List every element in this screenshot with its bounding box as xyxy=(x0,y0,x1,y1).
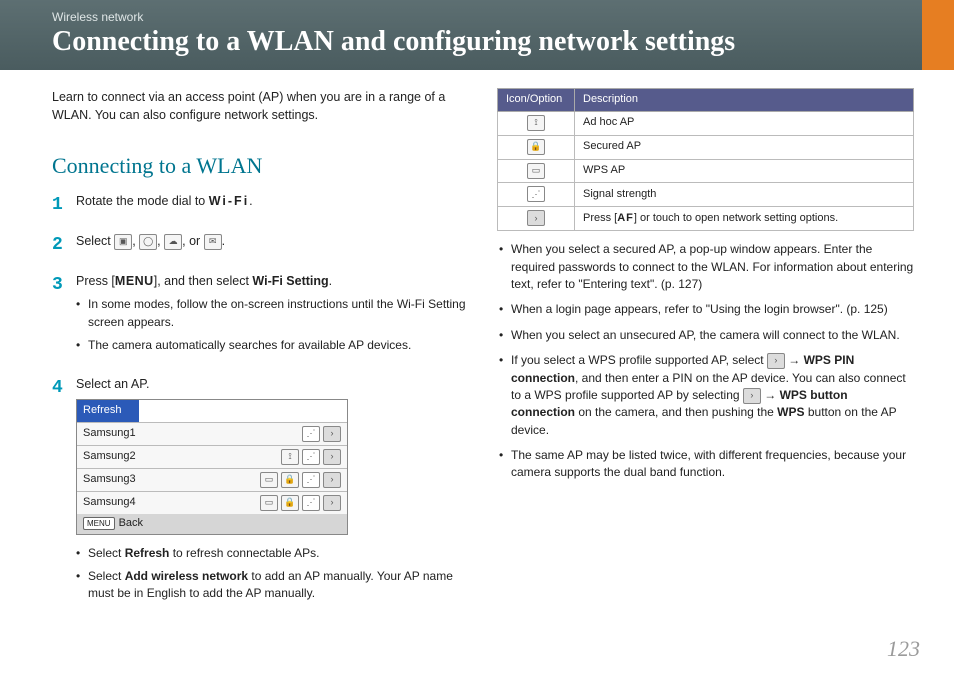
adhoc-icon: ⟟ xyxy=(281,449,299,465)
lock-icon: 🔒 xyxy=(527,139,545,155)
step-number: 4 xyxy=(52,375,66,609)
cell: WPS AP xyxy=(575,159,914,183)
step-3: 3 Press [MENU], and then select Wi-Fi Se… xyxy=(52,272,469,360)
step-text: Select an AP. xyxy=(76,377,149,391)
ap-row: Samsung3 ▭🔒⋰› xyxy=(77,468,347,491)
sub-bullet: Select Add wireless network to add an AP… xyxy=(88,568,469,603)
lock-icon: 🔒 xyxy=(281,472,299,488)
section-heading: Connecting to a WLAN xyxy=(52,150,469,182)
sub-bullet: Select Refresh to refresh connectable AP… xyxy=(88,545,469,562)
wifi-label: Wi-Fi xyxy=(209,194,249,208)
sub-bullet: In some modes, follow the on-screen inst… xyxy=(88,296,469,331)
chevron-right-icon: › xyxy=(767,353,785,369)
signal-icon: ⋰ xyxy=(302,495,320,511)
page-header: Wireless network Connecting to a WLAN an… xyxy=(0,0,954,70)
th-icon: Icon/Option xyxy=(498,89,575,112)
th-desc: Description xyxy=(575,89,914,112)
chevron-right-icon: › xyxy=(323,495,341,511)
app-icon-3: ☁ xyxy=(164,234,182,250)
wps-icon: ▭ xyxy=(260,495,278,511)
page-title: Connecting to a WLAN and configuring net… xyxy=(52,26,914,58)
step-1: 1 Rotate the mode dial to Wi-Fi. xyxy=(52,192,469,218)
signal-icon: ⋰ xyxy=(302,449,320,465)
app-icon-2: ◯ xyxy=(139,234,157,250)
cell: Ad hoc AP xyxy=(575,111,914,135)
ap-row: Samsung4 ▭🔒⋰› xyxy=(77,491,347,514)
icon-table: Icon/Option Description ⟟ Ad hoc AP 🔒 Secu… xyxy=(497,88,914,231)
ap-row: Samsung2 ⟟⋰› xyxy=(77,445,347,468)
note: When you select an unsecured AP, the cam… xyxy=(511,327,914,344)
page-number: 123 xyxy=(887,636,920,662)
section-tab xyxy=(922,0,954,70)
adhoc-icon: ⟟ xyxy=(527,115,545,131)
cell: Secured AP xyxy=(575,135,914,159)
chevron-right-icon: › xyxy=(527,210,545,226)
chevron-right-icon: › xyxy=(323,449,341,465)
chevron-right-icon: › xyxy=(323,472,341,488)
step-text: Rotate the mode dial to xyxy=(76,194,209,208)
notes-list: When you select a secured AP, a pop-up w… xyxy=(497,241,914,482)
menu-label: MENU xyxy=(115,274,154,288)
app-icon-1: ▣ xyxy=(114,234,132,250)
ap-list-screenshot: Refresh Samsung1 ⋰› Samsung2 ⟟⋰› Samsung… xyxy=(76,399,348,535)
step-number: 1 xyxy=(52,192,66,218)
note: When you select a secured AP, a pop-up w… xyxy=(511,241,914,293)
chevron-right-icon: › xyxy=(743,388,761,404)
app-icon-4: ✉ xyxy=(204,234,222,250)
ap-row: Samsung1 ⋰› xyxy=(77,422,347,445)
signal-icon: ⋰ xyxy=(527,186,545,202)
right-column: Icon/Option Description ⟟ Ad hoc AP 🔒 Secu… xyxy=(497,88,914,623)
sub-bullet: The camera automatically searches for av… xyxy=(88,337,469,354)
note: The same AP may be listed twice, with di… xyxy=(511,447,914,482)
intro-text: Learn to connect via an access point (AP… xyxy=(52,88,469,124)
signal-icon: ⋰ xyxy=(302,426,320,442)
cell: Press [AF] or touch to open network sett… xyxy=(575,207,914,231)
breadcrumb: Wireless network xyxy=(52,10,914,24)
chevron-right-icon: › xyxy=(323,426,341,442)
step-text: Select xyxy=(76,234,114,248)
step-number: 3 xyxy=(52,272,66,360)
wps-icon: ▭ xyxy=(527,163,545,179)
note: When a login page appears, refer to "Usi… xyxy=(511,301,914,318)
ap-back-bar: MENU Back xyxy=(77,514,347,534)
step-4: 4 Select an AP. Refresh Samsung1 ⋰› Sams… xyxy=(52,375,469,609)
step-number: 2 xyxy=(52,232,66,258)
signal-icon: ⋰ xyxy=(302,472,320,488)
left-column: Learn to connect via an access point (AP… xyxy=(52,88,469,623)
wps-icon: ▭ xyxy=(260,472,278,488)
menu-pill: MENU xyxy=(83,517,115,531)
cell: Signal strength xyxy=(575,183,914,207)
ap-refresh-button: Refresh xyxy=(77,400,139,422)
note: If you select a WPS profile supported AP… xyxy=(511,352,914,439)
af-label: AF xyxy=(617,212,634,224)
lock-icon: 🔒 xyxy=(281,495,299,511)
step-2: 2 Select ▣, ◯, ☁, or ✉. xyxy=(52,232,469,258)
